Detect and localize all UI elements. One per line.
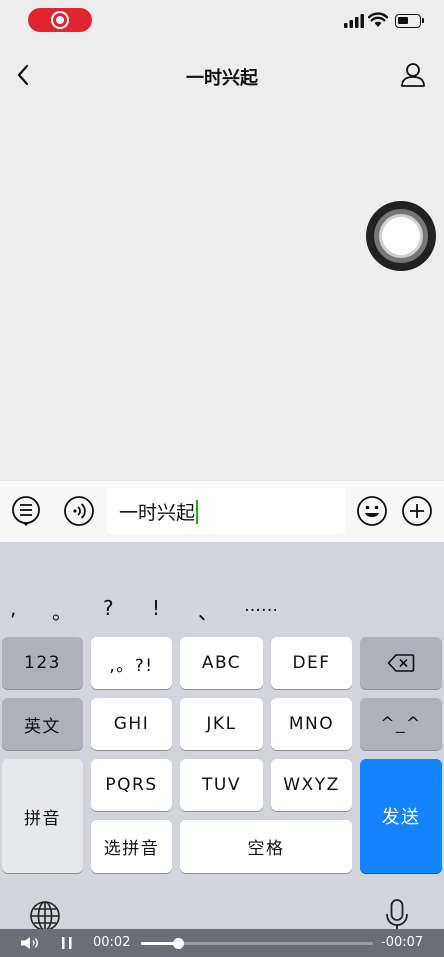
chat-area[interactable]	[0, 100, 444, 480]
status-bar	[0, 0, 444, 44]
input-bar: 一时兴起	[0, 480, 444, 542]
tuv-key[interactable]: TUV	[180, 759, 263, 811]
text-caret	[196, 500, 199, 524]
voice-icon[interactable]	[63, 495, 95, 527]
pinyin-mode-key[interactable]: 拼音	[2, 759, 83, 873]
wxyz-key[interactable]: WXYZ	[271, 759, 352, 811]
battery-level	[398, 17, 408, 24]
backspace-icon	[387, 654, 415, 672]
nav-bar: 一时兴起	[0, 50, 444, 100]
volume-icon[interactable]	[20, 936, 40, 950]
space-key[interactable]: 空格	[180, 820, 352, 873]
playback-scrubber[interactable]	[141, 938, 373, 949]
mno-key[interactable]: MNO	[271, 698, 352, 750]
abc-key[interactable]: ABC	[180, 637, 263, 689]
send-button[interactable]: 发送	[360, 759, 442, 873]
emoji-icon[interactable]	[356, 495, 388, 527]
punct-key[interactable]: ,	[10, 596, 16, 620]
battery-icon	[395, 14, 424, 28]
elapsed-time: 00:02	[93, 935, 131, 950]
message-input[interactable]: 一时兴起	[107, 488, 345, 534]
list-menu-icon[interactable]	[10, 495, 42, 527]
person-icon[interactable]	[398, 60, 428, 90]
punct-key[interactable]: ?	[103, 596, 114, 620]
delete-key[interactable]	[360, 637, 442, 689]
emoticon-key[interactable]: ^_^	[360, 698, 442, 750]
punctuation-bar: , 。 ? ! 、 ……	[0, 596, 444, 630]
plus-icon[interactable]	[401, 495, 433, 527]
english-mode-key[interactable]: 英文	[2, 698, 83, 750]
scrubber-handle[interactable]	[173, 938, 185, 949]
video-playback-bar: 00:02 -00:07	[0, 929, 444, 957]
page-title: 一时兴起	[186, 68, 258, 89]
punct-key[interactable]: ……	[244, 596, 278, 616]
pause-icon[interactable]	[61, 936, 73, 950]
punct-symbols-key[interactable]: ,。?!	[91, 637, 172, 689]
screen-recording-indicator[interactable]	[28, 8, 92, 32]
punct-key[interactable]: 、	[198, 596, 218, 625]
globe-icon[interactable]	[29, 900, 61, 932]
signal-icon	[344, 14, 364, 28]
wifi-icon	[368, 12, 388, 27]
remaining-time: -00:07	[381, 935, 424, 950]
pinyin-mode-label: 拼音	[24, 808, 61, 829]
select-pinyin-key[interactable]: 选拼音	[91, 820, 172, 873]
numbers-key[interactable]: 123	[2, 637, 83, 689]
ghi-key[interactable]: GHI	[91, 698, 172, 750]
def-key[interactable]: DEF	[271, 637, 352, 689]
keyboard: , 。 ? ! 、 …… 123 ,。?! ABC DEF 英文 GHI JKL…	[0, 542, 444, 957]
message-input-text: 一时兴起	[119, 502, 196, 524]
assistive-touch-button[interactable]	[366, 201, 436, 271]
pqrs-key[interactable]: PQRS	[91, 759, 172, 811]
punct-key[interactable]: !	[152, 596, 160, 620]
punct-key[interactable]: 。	[52, 596, 72, 625]
jkl-key[interactable]: JKL	[180, 698, 263, 750]
record-icon	[51, 11, 69, 29]
